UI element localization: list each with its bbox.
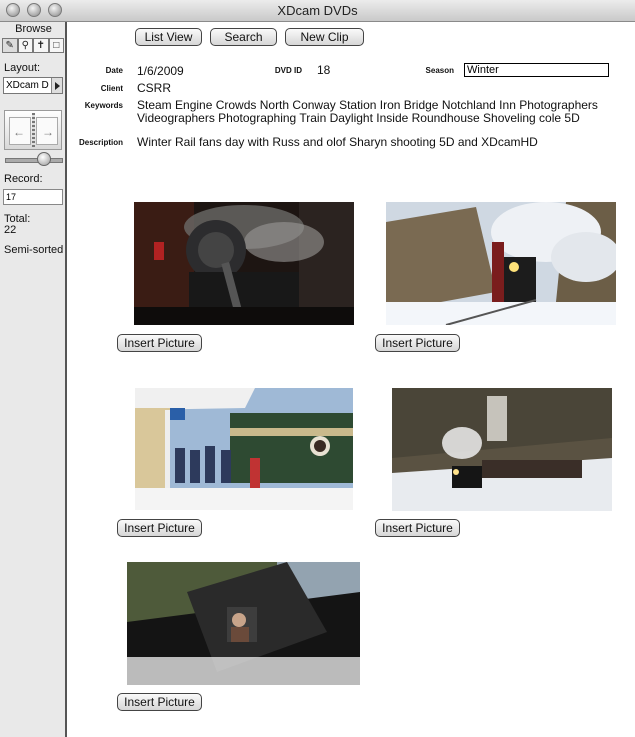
description-value[interactable]: Winter Rail fans day with Russ and olof … — [137, 135, 538, 149]
insert-picture-button-4[interactable]: Insert Picture — [375, 519, 460, 537]
book-navigator-icon[interactable]: ← → — [4, 110, 62, 150]
insert-picture-button-1[interactable]: Insert Picture — [117, 334, 202, 352]
chevron-right-icon — [51, 78, 62, 93]
preview-mode-icon[interactable]: □ — [48, 38, 64, 53]
book-spine — [32, 113, 35, 147]
description-label: Description — [78, 138, 123, 147]
keywords-label: Keywords — [84, 101, 123, 110]
next-record-icon[interactable]: → — [42, 125, 54, 139]
insert-picture-button-2[interactable]: Insert Picture — [375, 334, 460, 352]
layout-select-value: XDcam D — [6, 80, 49, 91]
total-value: 22 — [4, 224, 17, 236]
layout-select[interactable]: XDcam D — [3, 77, 63, 94]
browse-mode-icon[interactable]: ✎ — [2, 38, 18, 53]
find-mode-icon[interactable]: ⚲ — [17, 38, 33, 53]
keywords-line-1[interactable]: Steam Engine Crowds North Conway Station… — [137, 98, 598, 112]
keywords-line-2[interactable]: Videographers Photographing Train Daylig… — [137, 111, 580, 125]
photo-roundhouse-locomotive — [134, 202, 354, 325]
photo-station-crowd — [135, 388, 353, 510]
list-view-button[interactable]: List View — [135, 28, 202, 46]
photo-train-winter-forest — [386, 202, 616, 325]
photo-engineer-cab — [127, 562, 360, 685]
record-slider-thumb[interactable] — [37, 152, 51, 166]
sort-status: Semi-sorted — [4, 244, 64, 256]
client-label: Client — [100, 84, 123, 93]
mode-tools: ✎ ⚲ ✝ □ — [2, 38, 64, 53]
new-clip-button[interactable]: New Clip — [285, 28, 364, 46]
window-titlebar: XDcam DVDs — [0, 0, 635, 22]
record-slider-track[interactable] — [5, 158, 63, 163]
date-label: Date — [105, 66, 123, 75]
insert-picture-button-5[interactable]: Insert Picture — [117, 693, 202, 711]
insert-picture-button-3[interactable]: Insert Picture — [117, 519, 202, 537]
previous-record-icon[interactable]: ← — [13, 125, 25, 139]
window-title: XDcam DVDs — [277, 3, 358, 18]
photo-train-snowy-hillside — [392, 388, 612, 511]
dvd-id-label: DVD ID — [274, 66, 302, 75]
date-value[interactable]: 1/6/2009 — [137, 64, 184, 78]
status-area: Browse ✎ ⚲ ✝ □ Layout: XDcam D ← → Recor… — [0, 22, 67, 737]
record-label: Record: — [4, 173, 43, 185]
record-number-input[interactable]: 17 — [3, 189, 63, 205]
season-label: Season — [425, 66, 454, 75]
season-input[interactable]: Winter — [464, 63, 609, 77]
layout-label: Layout: — [4, 62, 41, 74]
mode-label: Browse — [15, 23, 52, 35]
client-value[interactable]: CSRR — [137, 81, 171, 95]
dvd-id-value[interactable]: 18 — [317, 63, 330, 77]
search-button[interactable]: Search — [210, 28, 277, 46]
layout-mode-icon[interactable]: ✝ — [33, 38, 49, 53]
